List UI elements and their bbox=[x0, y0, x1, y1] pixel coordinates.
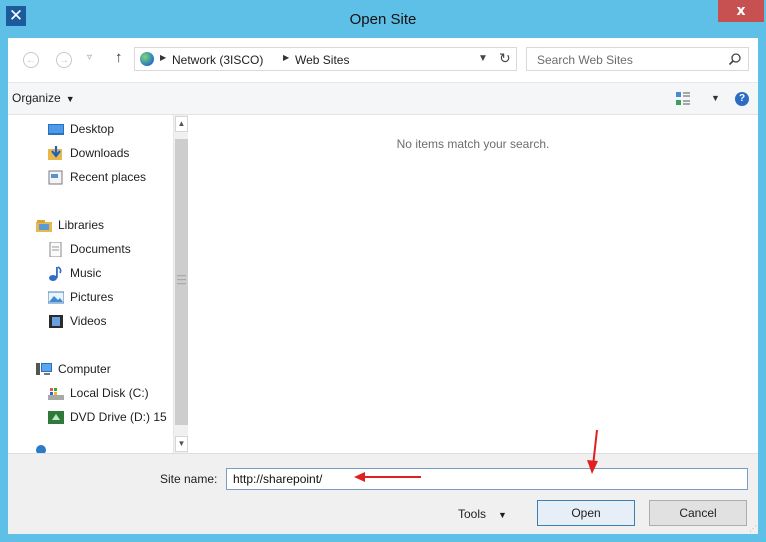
organize-label: Organize bbox=[12, 91, 61, 105]
scroll-down-button[interactable]: ▼ bbox=[175, 436, 188, 452]
search-icon[interactable] bbox=[728, 52, 742, 66]
cancel-button[interactable]: Cancel bbox=[649, 500, 747, 526]
nav-item-label: Computer bbox=[58, 362, 111, 376]
local-disk-icon bbox=[48, 388, 64, 400]
nav-item-label: Pictures bbox=[70, 290, 114, 304]
scroll-up-button[interactable]: ▲ bbox=[175, 116, 188, 132]
file-list[interactable]: No items match your search. bbox=[188, 115, 758, 453]
nav-item-label: Recent places bbox=[70, 170, 147, 184]
grip-icon: — — — bbox=[177, 270, 186, 288]
downloads-icon bbox=[48, 146, 62, 160]
tools-label: Tools bbox=[458, 507, 487, 521]
documents-icon bbox=[49, 242, 62, 257]
tools-menu[interactable]: Tools ▼ bbox=[458, 507, 507, 521]
recent-places-icon bbox=[48, 170, 63, 185]
organize-menu[interactable]: Organize ▼ bbox=[12, 91, 75, 105]
pictures-icon bbox=[48, 291, 64, 304]
scroll-thumb[interactable]: — — — bbox=[175, 139, 188, 425]
open-button[interactable]: Open bbox=[537, 500, 635, 526]
breadcrumb-network[interactable]: Network (3ISCO) bbox=[172, 53, 263, 67]
dvd-drive-icon bbox=[48, 411, 64, 424]
up-button[interactable]: ↑ bbox=[115, 49, 123, 66]
nav-item-network-partial[interactable] bbox=[36, 445, 48, 453]
network-icon bbox=[36, 445, 46, 453]
libraries-icon bbox=[36, 220, 52, 232]
dialog-client: ← → ▿ ↑ ▶ Network (3ISCO) ▶ Web Sites ▼ … bbox=[8, 38, 758, 534]
chevron-right-icon[interactable]: ▶ bbox=[283, 53, 289, 62]
help-icon[interactable]: ? bbox=[735, 92, 749, 106]
nav-item-label: Desktop bbox=[70, 122, 115, 136]
chevron-down-icon: ▼ bbox=[498, 510, 507, 520]
nav-item-label: Music bbox=[70, 266, 102, 280]
site-name-input[interactable] bbox=[226, 468, 748, 490]
change-view-icon[interactable] bbox=[676, 92, 690, 106]
bottom-panel: Site name: Tools ▼ Open Cancel ⋰ bbox=[8, 453, 758, 534]
back-button[interactable]: ← bbox=[23, 52, 39, 68]
breadcrumb-web-sites[interactable]: Web Sites bbox=[295, 53, 349, 67]
toolbar: Organize ▼ ▼ ? bbox=[8, 82, 758, 115]
nav-item-label: Libraries bbox=[58, 218, 105, 232]
videos-icon bbox=[49, 315, 63, 328]
chevron-down-icon[interactable]: ▼ bbox=[478, 53, 488, 64]
navigation-pane: Desktop Downloads Recent places Librarie… bbox=[8, 115, 173, 453]
nav-item-label: Documents bbox=[70, 242, 131, 256]
desktop-icon bbox=[48, 124, 64, 135]
computer-icon bbox=[36, 363, 52, 375]
network-globe-icon bbox=[140, 52, 154, 66]
window-title: Open Site bbox=[349, 11, 417, 28]
resize-grip-icon[interactable]: ⋰ bbox=[749, 524, 757, 533]
title-bar[interactable]: ✕ Open Site x bbox=[0, 0, 766, 38]
empty-message: No items match your search. bbox=[396, 137, 550, 151]
chevron-down-icon: ▼ bbox=[65, 94, 75, 104]
navpane-scrollbar[interactable]: ▲ — — — ▼ bbox=[173, 115, 188, 453]
recent-locations-button[interactable]: ▿ bbox=[87, 52, 92, 63]
nav-item-label: Local Disk (C:) bbox=[70, 386, 149, 400]
forward-button[interactable]: → bbox=[56, 52, 72, 68]
search-input[interactable]: Search Web Sites bbox=[537, 53, 633, 67]
nav-item-label: Downloads bbox=[70, 146, 130, 160]
chevron-right-icon[interactable]: ▶ bbox=[160, 53, 166, 62]
address-bar[interactable]: ▶ Network (3ISCO) ▶ Web Sites ▼ ↻ bbox=[134, 47, 517, 71]
nav-item-label: DVD Drive (D:) 15 bbox=[70, 410, 167, 424]
site-name-label: Site name: bbox=[160, 472, 218, 486]
search-box[interactable]: Search Web Sites bbox=[526, 47, 749, 71]
music-icon bbox=[49, 266, 62, 281]
nav-item-label: Videos bbox=[70, 314, 107, 328]
chevron-down-icon[interactable]: ▼ bbox=[711, 93, 720, 103]
navigation-bar: ← → ▿ ↑ ▶ Network (3ISCO) ▶ Web Sites ▼ … bbox=[8, 38, 758, 82]
open-site-dialog: ✕ Open Site x ← → ▿ ↑ ▶ Network (3ISCO) … bbox=[0, 0, 766, 542]
close-button[interactable]: x bbox=[718, 0, 764, 22]
refresh-icon[interactable]: ↻ bbox=[499, 50, 511, 67]
